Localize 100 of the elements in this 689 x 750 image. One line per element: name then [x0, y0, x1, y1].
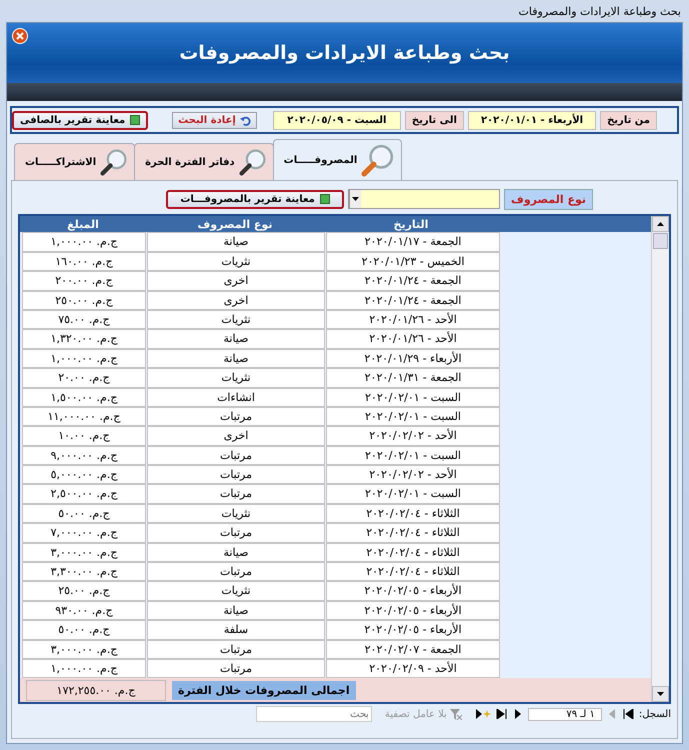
table-cell: ج.م. ٩٣٠.٠٠	[22, 600, 146, 620]
table-cell: ج.م. ٥٠.٠٠	[22, 620, 146, 640]
table-cell: ج.م. ١,٠٠٠.٠٠	[22, 348, 146, 368]
table-cell: مرتبات	[147, 465, 325, 484]
table-cell: ج.م. ٣,٠٠٠.٠٠	[22, 542, 146, 562]
table-cell: ج.م. ١٠.٠٠	[22, 426, 146, 446]
table-cell: الأحد - ٢٠٢٠/٠٢/٠٢	[326, 426, 500, 446]
table-cell: انشاءات	[147, 388, 325, 407]
close-icon[interactable]	[12, 28, 28, 44]
magnifier-icon	[238, 148, 267, 176]
table-cell: صيانة	[147, 600, 325, 620]
table-cell: الأربعاء - ٢٠٢٠/٠٢/٠٥	[326, 600, 500, 620]
table-cell: مرتبات	[147, 658, 325, 678]
table-cell: نثريات	[147, 504, 325, 524]
expense-type-label: نوع المصروف	[504, 188, 593, 210]
table-cell: الثلاثاء - ٢٠٢٠/٠٢/٠٤	[326, 562, 500, 582]
table-cell: ج.م. ٥٠.٠٠	[22, 504, 146, 524]
table-cell: الأحد - ٢٠٢٠/٠١/٢٦	[326, 310, 500, 330]
from-date-label: من تاريخ	[600, 110, 657, 130]
table-cell: ج.م. ٢,٥٠٠.٠٠	[22, 484, 146, 504]
total-label: اجمالى المصروفات خلال الفترة	[172, 680, 356, 700]
scroll-down-icon[interactable]	[657, 692, 664, 696]
table-cell: سلفة	[147, 620, 325, 640]
table-cell: مرتبات	[147, 446, 325, 466]
tab[interactable]: دفاتر الفترة الحرة	[134, 143, 274, 180]
dropdown-arrow-icon	[352, 197, 360, 201]
funnel-icon	[450, 708, 462, 720]
table-cell: صيانة	[147, 348, 325, 368]
table-cell: ج.م. ١,٣٢٠.٠٠	[22, 329, 146, 349]
table-cell: ج.م. ٧٥.٠٠	[22, 310, 146, 330]
total-amount: ج.م. ١٧٢,٢٥٥.٠٠	[26, 680, 166, 701]
table-cell: الجمعة - ٢٠٢٠/٠٢/٠٧	[326, 640, 500, 659]
search-field[interactable]: بحث	[256, 706, 372, 722]
table-cell: مرتبات	[147, 406, 325, 426]
table-cell: ج.م. ٥,٠٠٠.٠٠	[22, 465, 146, 484]
table-cell: الأربعاء - ٢٠٢٠/٠٢/٠٥	[326, 581, 500, 601]
table-cell: ج.م. ٧,٠٠٠.٠٠	[22, 523, 146, 543]
table-cell: السبت - ٢٠٢٠/٠٢/٠١	[326, 388, 500, 407]
preview-expenses-report-button[interactable]: معاينة تقرير بالمصروفـــات	[166, 190, 344, 208]
report-icon	[320, 194, 330, 204]
table-cell: مرتبات	[147, 562, 325, 582]
table-cell: الجمعة - ٢٠٢٠/٠١/٢٤	[326, 290, 500, 310]
preview-net-report-button[interactable]: معاينة تقرير بالصافى	[12, 110, 148, 130]
column-header: نوع المصروف	[196, 218, 274, 231]
record-position-field[interactable]: ١ لـ ٧٩	[528, 708, 602, 720]
table-cell: السبت - ٢٠٢٠/٠٢/٠١	[326, 446, 500, 466]
window-title: بحث وطباعة الايرادات والمصروفات	[518, 4, 681, 18]
table-cell: اخرى	[147, 271, 325, 291]
table-cell: اخرى	[147, 426, 325, 446]
table-cell: الجمعة - ٢٠٢٠/٠١/١٧	[326, 232, 500, 252]
table-cell: ج.م. ١٦٠.٠٠	[22, 252, 146, 272]
tab[interactable]: الاشتراكـــــات	[14, 143, 136, 180]
table-cell: مرتبات	[147, 484, 325, 504]
table-cell: نثريات	[147, 368, 325, 388]
reset-search-button[interactable]: إعادة البحث	[172, 112, 257, 128]
table-cell: ج.م. ٢٠٠.٠٠	[22, 271, 146, 291]
scroll-thumb[interactable]	[653, 233, 668, 249]
table-cell: الأربعاء - ٢٠٢٠/٠١/٢٩	[326, 348, 500, 368]
form-title: بحث وطباعة الايرادات والمصروفات	[179, 42, 510, 64]
column-header: المبلغ	[66, 218, 100, 231]
table-cell: الجمعة - ٢٠٢٠/٠١/٣١	[326, 368, 500, 388]
table-cell: الثلاثاء - ٢٠٢٠/٠٢/٠٤	[326, 504, 500, 524]
column-header: التاريخ	[392, 218, 430, 231]
table-cell: مرتبات	[147, 523, 325, 543]
table-cell: الثلاثاء - ٢٠٢٠/٠٢/٠٤	[326, 542, 500, 562]
table-cell: ج.م. ١,٥٠٠.٠٠	[22, 388, 146, 407]
table-cell: ج.م. ٢٥٠.٠٠	[22, 290, 146, 310]
scroll-up-icon[interactable]	[657, 222, 664, 226]
table-cell: ج.م. ١,٠٠٠.٠٠	[22, 232, 146, 252]
table-cell: اخرى	[147, 290, 325, 310]
record-label: السجل:	[638, 708, 671, 720]
table-cell: الأربعاء - ٢٠٢٠/٠٢/٠٥	[326, 620, 500, 640]
table-cell: ج.م. ٣,٣٠٠.٠٠	[22, 562, 146, 582]
to-date-field[interactable]: السبت - ٢٠٢٠/٠٥/٠٩	[272, 110, 401, 130]
new-record-icon[interactable]	[474, 709, 491, 719]
table-cell: صيانة	[147, 329, 325, 349]
next-record-icon[interactable]	[512, 709, 523, 719]
report-icon	[130, 115, 140, 125]
from-date-field[interactable]: الأربعاء - ٢٠٢٠/٠١/٠١	[468, 110, 596, 130]
first-record-icon[interactable]	[622, 709, 634, 719]
table-cell: ج.م. ٢٥.٠٠	[22, 581, 146, 601]
expense-type-dropdown[interactable]	[348, 189, 500, 209]
tab[interactable]: المصروفـــــات	[272, 139, 402, 180]
table-cell: ج.م. ١١,٠٠٠.٠٠	[22, 406, 146, 426]
table-cell: السبت - ٢٠٢٠/٠٢/٠١	[326, 484, 500, 504]
table-cell: نثريات	[147, 252, 325, 272]
magnifier-icon	[100, 148, 128, 176]
magnifier-icon	[361, 143, 396, 177]
table-cell: ج.م. ٣,٠٠٠.٠٠	[22, 640, 146, 659]
table-cell: الجمعة - ٢٠٢٠/٠١/٢٤	[326, 271, 500, 291]
table-cell: ج.م. ١,٠٠٠.٠٠	[22, 658, 146, 678]
table-cell: الأحد - ٢٠٢٠/٠١/٢٦	[326, 329, 500, 349]
table-cell: الثلاثاء - ٢٠٢٠/٠٢/٠٤	[326, 523, 500, 543]
table-cell: صيانة	[147, 232, 325, 252]
vertical-scrollbar[interactable]	[651, 216, 669, 702]
last-record-icon[interactable]	[496, 709, 508, 719]
table-cell: صيانة	[147, 542, 325, 562]
table-cell: ج.م. ٩,٠٠٠.٠٠	[22, 446, 146, 466]
table-cell: الأحد - ٢٠٢٠/٠٢/٠٩	[326, 658, 500, 678]
table-cell: الأحد - ٢٠٢٠/٠٢/٠٢	[326, 465, 500, 484]
